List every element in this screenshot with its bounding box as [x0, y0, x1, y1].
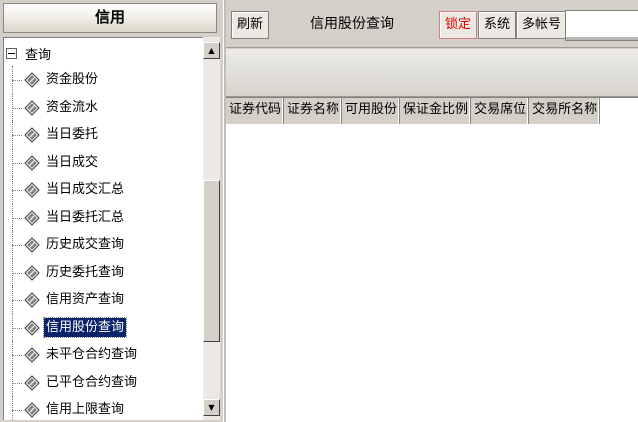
tree-item-label[interactable]: 资金流水 — [44, 98, 100, 117]
tree-item[interactable]: 未平仓合约查询 — [4, 341, 203, 369]
query-node-icon — [24, 72, 40, 88]
lock-button[interactable]: 锁定 — [439, 11, 478, 39]
tree-item-label[interactable]: 历史成交查询 — [44, 235, 126, 254]
column-header[interactable]: 可用股份 — [342, 98, 401, 124]
tree-item[interactable]: 信用资产查询 — [4, 286, 203, 314]
query-node-icon — [24, 264, 40, 281]
query-tree[interactable]: 查询 资金股份资金流水当日委托当日成交当日成交汇总 当日委托汇总 历史成交查询 历史委… — [3, 37, 203, 420]
query-node-icon — [24, 182, 40, 198]
tree-root-label[interactable]: 查询 — [25, 44, 51, 63]
tree-scrollbar[interactable]: ▲ ▼ — [203, 37, 220, 420]
results-grid[interactable]: 证券代码 证券名称 可用股份 保证金比例 交易席位 交易所名称 — [226, 97, 638, 422]
grid-header: 证券代码 证券名称 可用股份 保证金比例 交易席位 交易所名称 — [226, 98, 601, 124]
query-node-icon — [24, 292, 40, 308]
tree-item-label[interactable]: 当日委托汇总 — [44, 208, 126, 227]
left-panel: 信用 查询 资金股份资金流水当日委托当日成交当日成交汇总 当日委托汇总 历史成交查询… — [0, 0, 223, 422]
filter-bar — [226, 49, 638, 97]
toolbar: 刷新 信用股份查询 锁定 系统 多帐号 — [226, 0, 638, 48]
column-header[interactable]: 交易席位 — [471, 98, 530, 124]
tree-item[interactable]: 当日委托 — [4, 121, 203, 149]
tree-root-query[interactable]: 查询 — [6, 42, 51, 64]
tree-items: 资金股份资金流水当日委托当日成交当日成交汇总 当日委托汇总 历史成交查询 历史委托查询… — [4, 66, 203, 420]
tree-item[interactable]: 信用股份查询 — [4, 313, 203, 342]
query-node-icon — [24, 154, 40, 171]
tree-item-label[interactable]: 当日委托 — [44, 125, 100, 144]
tree-item[interactable]: 资金股份 — [4, 66, 203, 94]
query-node-icon — [24, 347, 40, 363]
query-node-icon — [24, 402, 40, 418]
query-node-icon — [24, 319, 40, 336]
query-node-icon — [24, 237, 40, 253]
tree-item[interactable]: 当日成交 — [4, 148, 203, 177]
scroll-thumb[interactable] — [203, 180, 220, 342]
tree-item-label[interactable]: 信用资产查询 — [44, 290, 126, 309]
scroll-up-arrow-icon[interactable]: ▲ — [203, 42, 220, 59]
tree-item-label[interactable]: 已平仓合约查询 — [44, 373, 139, 392]
grid-body[interactable] — [226, 124, 638, 422]
multi-account-button[interactable]: 多帐号 — [516, 11, 568, 39]
tree-item[interactable]: 历史成交查询 — [4, 231, 203, 259]
tree-item-label[interactable]: 信用股份查询 — [42, 316, 128, 338]
tree-item-label[interactable]: 未平仓合约查询 — [44, 345, 139, 364]
query-node-icon — [24, 127, 40, 143]
column-header[interactable]: 保证金比例 — [400, 98, 472, 124]
tree-item-label[interactable]: 当日成交 — [44, 153, 100, 172]
column-header[interactable]: 证券名称 — [284, 98, 343, 124]
system-button[interactable]: 系统 — [478, 11, 517, 39]
query-node-icon — [24, 209, 40, 226]
toolbar-input[interactable] — [565, 10, 638, 41]
panel-header[interactable]: 信用 — [3, 3, 217, 33]
tree-item[interactable]: 资金流水 — [4, 93, 203, 122]
tree-item[interactable]: 已平仓合约查询 — [4, 368, 203, 397]
query-node-icon — [24, 99, 40, 116]
tree-item[interactable]: 当日成交汇总 — [4, 176, 203, 204]
query-node-icon — [24, 374, 40, 391]
collapse-icon[interactable] — [6, 47, 17, 59]
tree-item[interactable]: 信用上限查询 — [4, 396, 203, 420]
scroll-down-arrow-icon[interactable]: ▼ — [203, 399, 220, 416]
tree-item-label[interactable]: 历史委托查询 — [44, 263, 126, 282]
tree-item[interactable]: 历史委托查询 — [4, 258, 203, 287]
tree-item-label[interactable]: 当日成交汇总 — [44, 180, 126, 199]
refresh-button[interactable]: 刷新 — [231, 11, 270, 39]
page-title: 信用股份查询 — [310, 16, 394, 32]
column-header[interactable]: 证券代码 — [226, 98, 285, 124]
tree-item[interactable]: 当日委托汇总 — [4, 203, 203, 232]
column-header[interactable]: 交易所名称 — [529, 98, 601, 124]
tree-item-label[interactable]: 信用上限查询 — [44, 400, 126, 419]
tree-item-label[interactable]: 资金股份 — [44, 70, 100, 89]
